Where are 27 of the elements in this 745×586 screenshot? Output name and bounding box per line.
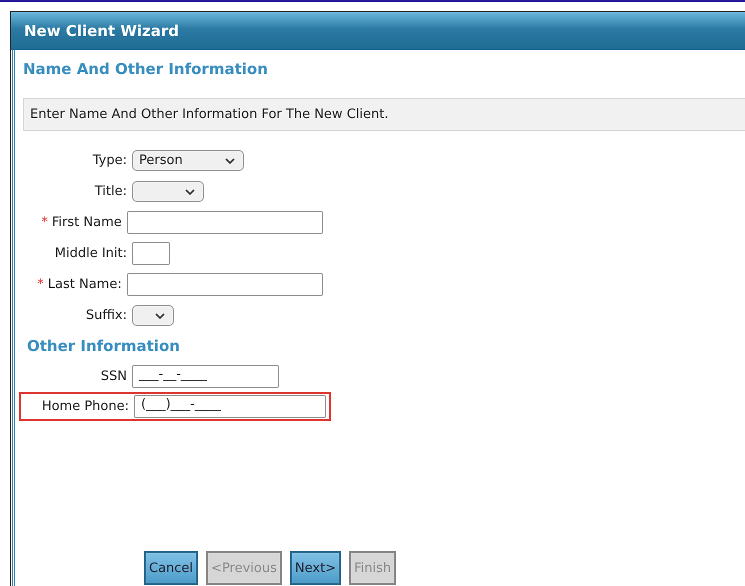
input-field[interactable] [126,273,323,296]
field-label: Title: [94,184,127,199]
chevron-down-icon [225,158,235,164]
step-title: Name And Other Information [23,59,269,80]
input-field[interactable] [126,211,323,234]
chevron-down-icon [185,188,195,194]
wizard-button[interactable]: Cancel [144,551,198,585]
required-mark: * [41,215,48,230]
field-label: Last Name: [48,277,122,292]
field-label: Type: [92,153,127,168]
window-title: New Client Wizard [11,12,745,50]
instructions-panel: Enter Name And Other Information For The New Client. [23,98,745,131]
section-heading: Other Information [26,336,181,357]
field-label: Suffix: [86,308,127,323]
field-label: Middle Init: [54,246,127,261]
input-field[interactable]: (___)___-____ [134,395,326,418]
input-field[interactable]: ___-__-____ [132,365,279,388]
field-label: Home Phone: [42,399,129,414]
field-label: First Name [52,215,122,230]
dropdown[interactable] [132,305,174,326]
dropdown[interactable] [132,181,204,202]
chevron-down-icon [155,312,165,318]
wizard-button[interactable]: Next> [290,551,342,585]
field-label: SSN [100,369,127,384]
input-field[interactable] [132,242,170,265]
required-mark: * [37,277,44,292]
dropdown[interactable]: Person [132,150,244,171]
